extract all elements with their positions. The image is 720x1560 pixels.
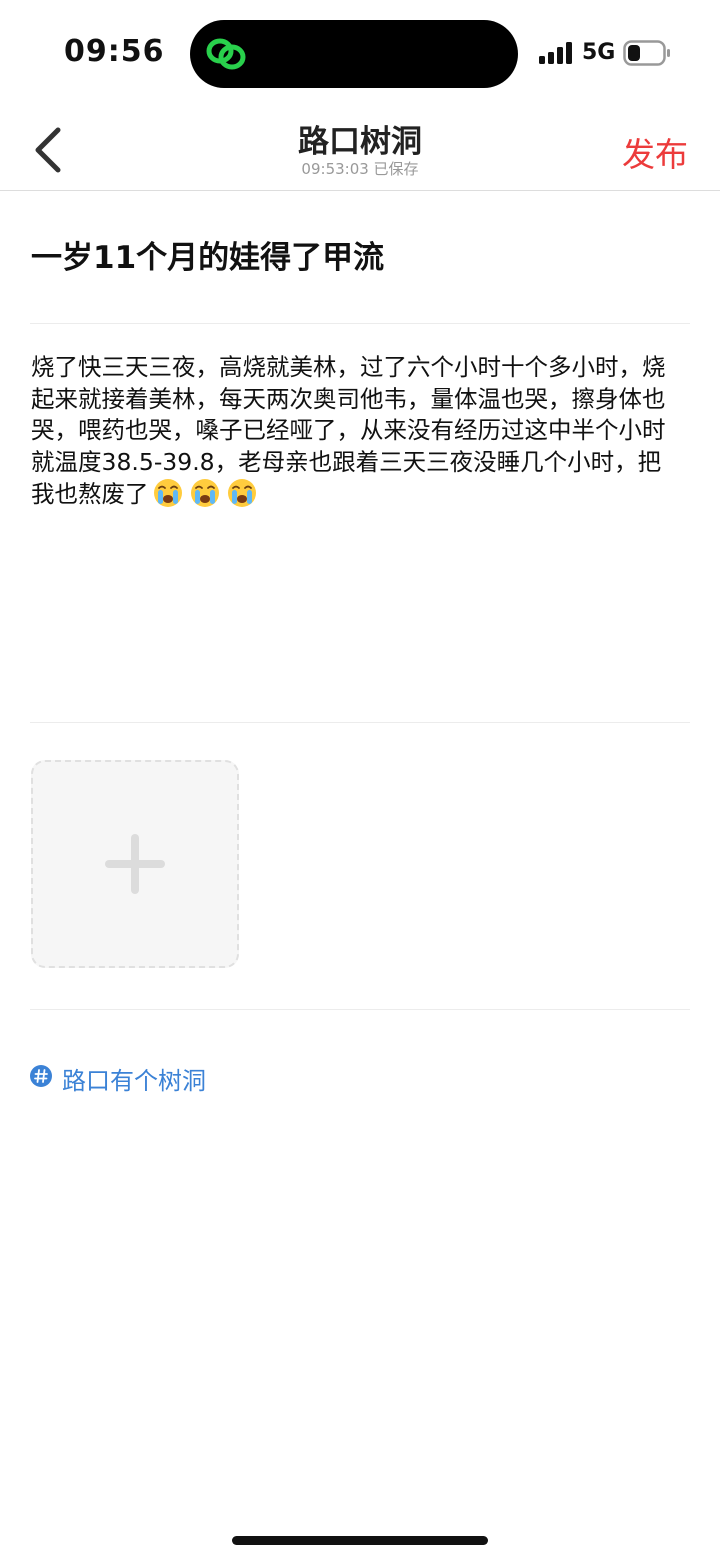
- post-body-field[interactable]: 烧了快三天三夜，高烧就美林，过了六个小时十个多小时，烧起来就接着美林，每天两次奥…: [31, 352, 681, 517]
- plus-icon: [105, 834, 165, 894]
- chevron-left-icon: [35, 127, 61, 173]
- loudly-crying-face-icon: [190, 479, 219, 507]
- post-body-text: 烧了快三天三夜，高烧就美林，过了六个小时十个多小时，烧起来就接着美林，每天两次奥…: [31, 353, 666, 508]
- loudly-crying-face-icon: [227, 479, 256, 507]
- link-icon: [206, 38, 246, 70]
- post-title-field[interactable]: 一岁11个月的娃得了甲流: [31, 237, 691, 279]
- body-divider: [30, 722, 690, 723]
- signal-icon: [539, 42, 572, 64]
- header-divider: [0, 190, 720, 191]
- home-indicator[interactable]: [232, 1536, 488, 1545]
- page-title: 路口树洞: [298, 124, 422, 160]
- status-time: 09:56: [64, 34, 165, 69]
- emoji-row: [153, 478, 264, 517]
- title-divider: [30, 323, 690, 324]
- network-label: 5G: [582, 40, 616, 65]
- loudly-crying-face-icon: [153, 479, 182, 507]
- topic-label: 路口有个树洞: [62, 1067, 206, 1095]
- save-status: 09:53:03 已保存: [301, 160, 419, 178]
- back-button[interactable]: [22, 120, 76, 180]
- publish-button[interactable]: 发布: [622, 128, 688, 176]
- hash-icon: [30, 1065, 52, 1087]
- media-divider: [30, 1009, 690, 1010]
- dynamic-island: [190, 20, 518, 88]
- battery-icon: [623, 40, 670, 66]
- add-image-button[interactable]: [31, 760, 239, 968]
